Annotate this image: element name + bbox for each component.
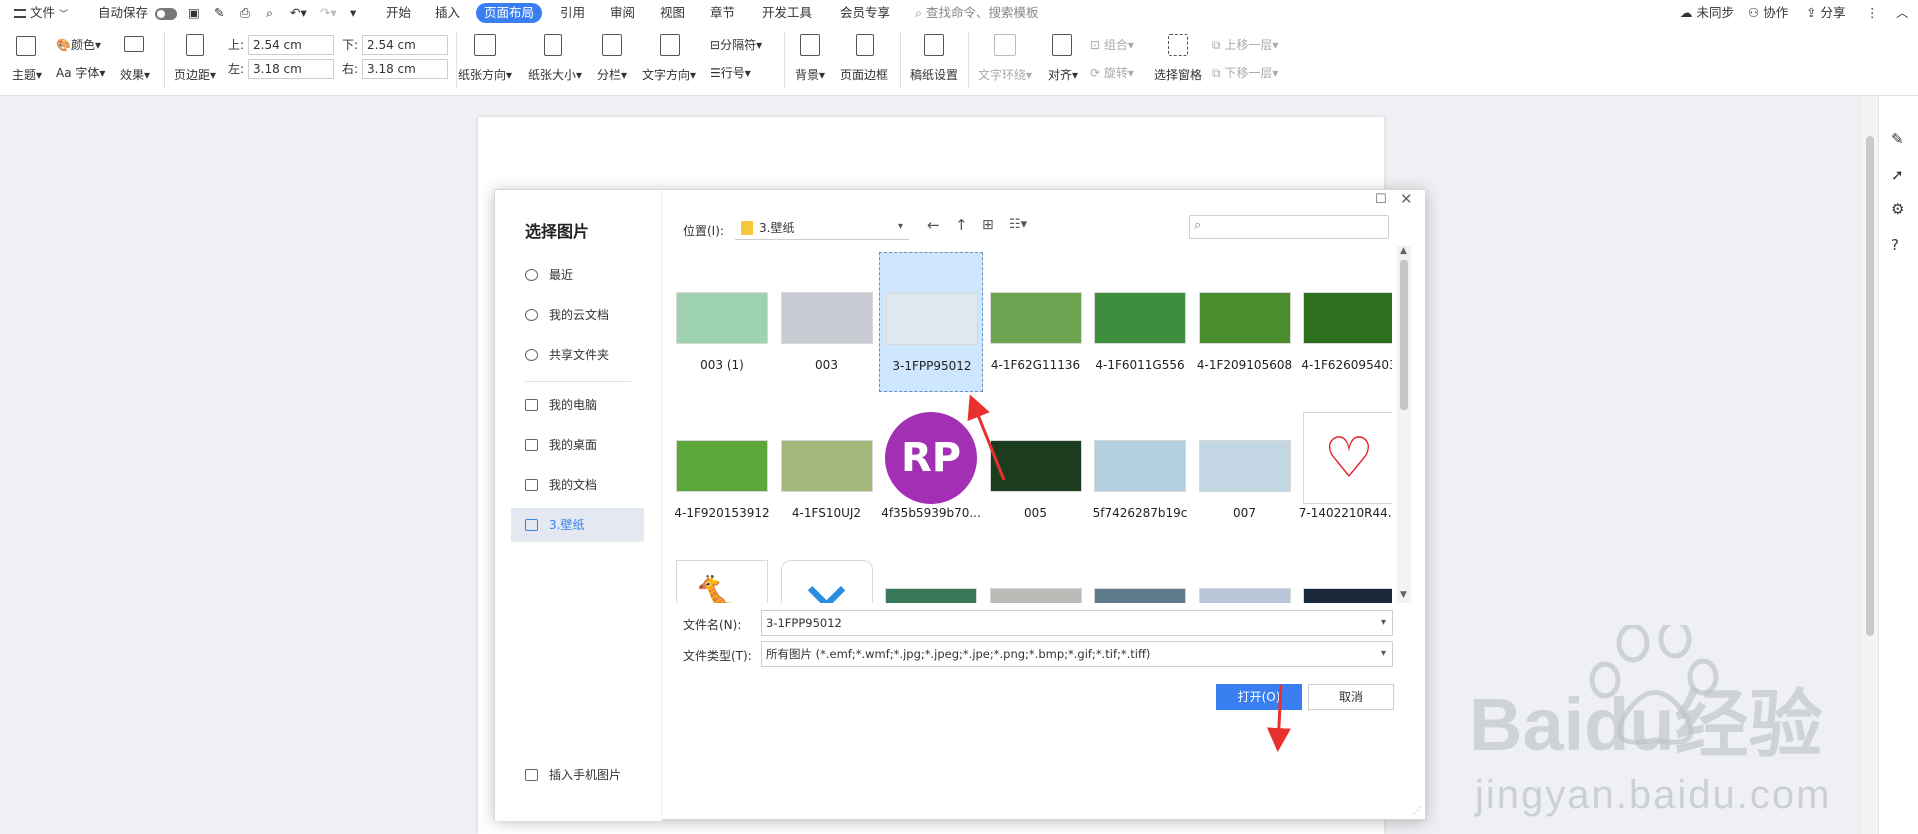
baidu-watermark: Baidu经验 jingyan.baidu.com (1465, 619, 1918, 834)
arrow-to-open-button (1266, 684, 1291, 752)
arrow-to-selected-image (967, 394, 1006, 481)
watermark-url: jingyan.baidu.com (1475, 773, 1832, 817)
watermark-brand: Baidu经验 (1469, 683, 1823, 766)
